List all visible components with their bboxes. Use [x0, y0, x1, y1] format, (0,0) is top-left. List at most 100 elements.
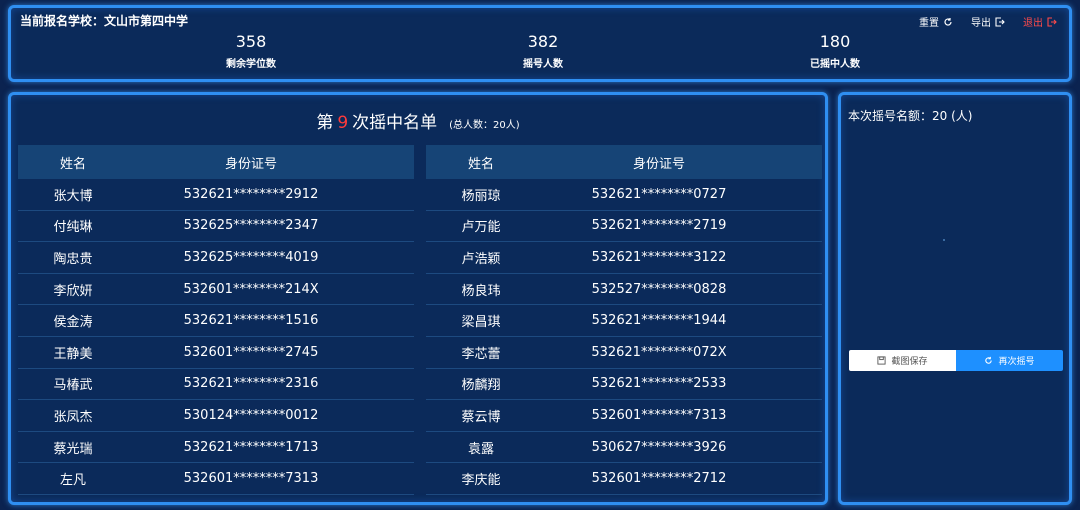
table-row: 杨麟翔 532621********2533	[426, 369, 822, 401]
result-table-right: 姓名 身份证号 杨丽琼 532621********0727 卢万能 532621**…	[426, 145, 822, 495]
table-header: 姓名 身份证号	[18, 145, 414, 179]
action-buttons: 截图保存 再次摇号	[849, 350, 1063, 371]
title-prefix: 第	[316, 113, 334, 133]
redraw-button[interactable]: 再次摇号	[956, 350, 1063, 371]
student-id: 532625********2347	[183, 218, 319, 234]
student-name: 王静美	[53, 346, 93, 362]
logout-label: 退出	[1023, 18, 1043, 29]
student-name: 李庆能	[461, 473, 501, 489]
again-label: 再次摇号	[998, 357, 1035, 367]
student-id: 532625********4019	[183, 249, 319, 265]
student-id: 532601********2745	[183, 344, 319, 360]
student-id: 532621********1713	[183, 439, 319, 455]
table-row: 卢浩颖 532621********3122	[426, 242, 822, 274]
result-table-left: 姓名 身份证号 张大博 532621********2912 付纯琳 532625**…	[18, 145, 414, 495]
export-label: 导出	[971, 18, 991, 29]
student-id: 532621********072X	[591, 344, 727, 360]
stat-remaining-seats: 358 剩余学位数	[191, 32, 311, 70]
stat-label: 剩余学位数	[226, 59, 276, 70]
logout-icon	[1047, 16, 1057, 27]
quota-text: 本次摇号名额：20 (人)	[848, 109, 973, 123]
table-row: 左凡 532601********7313	[18, 463, 414, 495]
export-button[interactable]: 导出	[971, 14, 1005, 29]
table-row: 侯金涛 532621********1516	[18, 305, 414, 337]
col-id-header: 身份证号	[224, 156, 277, 172]
student-name: 李芯蕾	[461, 346, 501, 362]
refresh-icon	[985, 356, 993, 364]
reset-label: 重置	[919, 18, 939, 29]
stat-lottery-count: 382 摇号人数	[483, 32, 603, 70]
col-id-header: 身份证号	[632, 156, 685, 172]
student-id: 530627********3926	[591, 439, 727, 455]
student-id: 532621********2719	[591, 218, 727, 234]
student-id: 532601********214X	[183, 281, 319, 297]
list-title: 第 9 次摇中名单 (总人数：20人)	[11, 108, 825, 133]
table-row: 杨丽琼 532621********0727	[426, 179, 822, 211]
table-row: 李芯蕾 532621********072X	[426, 337, 822, 369]
col-name-header: 姓名	[467, 156, 494, 172]
save-icon	[877, 356, 887, 365]
student-id: 532621********0727	[591, 186, 727, 202]
student-name: 卢万能	[461, 220, 501, 236]
summary-panel: 当前报名学校：文山市第四中学 重置 导出 退出 358 剩余学位数 382 摇号…	[8, 5, 1072, 82]
header-actions: 重置 导出 退出	[919, 14, 1057, 29]
title-suffix: 次摇中名单	[352, 113, 438, 133]
student-id: 532621********1516	[183, 313, 319, 329]
result-list-panel: 第 9 次摇中名单 (总人数：20人) 姓名 身份证号 张大博 532621******…	[8, 92, 828, 505]
table-row: 袁露 530627********3926	[426, 432, 822, 464]
student-name: 张大博	[53, 188, 93, 204]
stat-value: 358	[235, 32, 267, 51]
table-row: 马椿武 532621********2316	[18, 369, 414, 401]
round-number: 9	[337, 113, 349, 133]
student-name: 侯金涛	[53, 315, 93, 331]
table-row: 卢万能 532621********2719	[426, 211, 822, 243]
table-row: 王静美 532601********2745	[18, 337, 414, 369]
table-row: 李欣妍 532601********214X	[18, 274, 414, 306]
stat-value: 180	[819, 32, 851, 51]
student-id: 532621********1944	[591, 313, 727, 329]
student-name: 马椿武	[53, 378, 93, 394]
table-row: 梁昌琪 532621********1944	[426, 305, 822, 337]
student-id: 530124********0012	[183, 407, 319, 423]
student-name: 梁昌琪	[461, 315, 501, 331]
student-id: 532601********7313	[591, 407, 727, 423]
student-name: 杨麟翔	[461, 378, 501, 394]
lottery-panel: 本次摇号名额：20 (人) 截图保存 再次摇号	[838, 92, 1072, 505]
stat-value: 382	[527, 32, 559, 51]
student-name: 付纯琳	[53, 220, 93, 236]
student-name: 张凤杰	[53, 409, 93, 425]
student-name: 卢浩颖	[461, 251, 501, 267]
table-row: 蔡光瑞 532621********1713	[18, 432, 414, 464]
table-row: 张大博 532621********2912	[18, 179, 414, 211]
logout-button[interactable]: 退出	[1023, 14, 1057, 29]
table-row: 李庆能 532601********2712	[426, 463, 822, 495]
student-name: 杨丽琼	[461, 188, 501, 204]
total-count: (总人数：20人)	[449, 119, 520, 131]
school-title: 当前报名学校：文山市第四中学	[20, 14, 189, 28]
student-name: 左凡	[59, 473, 86, 489]
student-id: 532601********2712	[591, 471, 727, 487]
student-id: 532621********2912	[183, 186, 319, 202]
student-name: 李欣妍	[53, 283, 93, 299]
table-header: 姓名 身份证号	[426, 145, 822, 179]
student-id: 532621********3122	[591, 249, 727, 265]
reset-button[interactable]: 重置	[919, 14, 953, 29]
screenshot-save-button[interactable]: 截图保存	[849, 350, 956, 371]
student-id: 532621********2316	[183, 376, 319, 392]
col-name-header: 姓名	[59, 156, 86, 172]
table-row: 付纯琳 532625********2347	[18, 211, 414, 243]
refresh-icon	[944, 17, 952, 26]
placeholder-dot	[943, 239, 945, 241]
export-icon	[995, 16, 1005, 27]
table-row: 杨良玮 532527********0828	[426, 274, 822, 306]
save-label: 截图保存	[891, 357, 928, 367]
student-name: 陶忠贵	[53, 251, 93, 267]
student-name: 杨良玮	[461, 283, 501, 299]
table-row: 蔡云博 532601********7313	[426, 400, 822, 432]
stat-label: 摇号人数	[523, 59, 563, 70]
table-row: 陶忠贵 532625********4019	[18, 242, 414, 274]
student-name: 袁露	[467, 441, 494, 457]
table-row: 张凤杰 530124********0012	[18, 400, 414, 432]
student-name: 蔡光瑞	[53, 441, 93, 457]
stat-selected-count: 180 已摇中人数	[775, 32, 895, 70]
